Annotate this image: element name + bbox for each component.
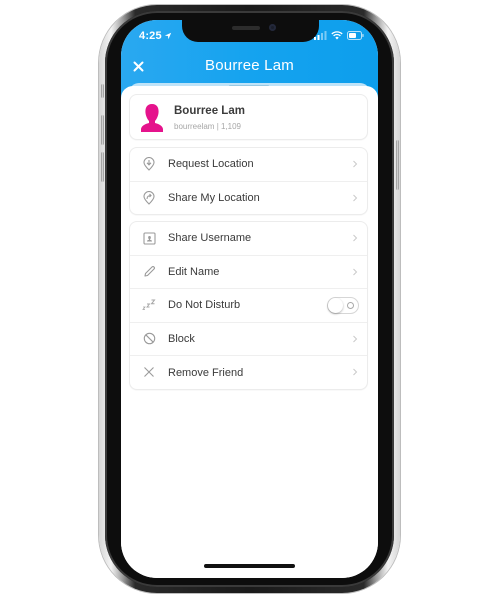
- pencil-icon: [142, 265, 156, 279]
- chevron-right-icon: [353, 160, 358, 168]
- cellular-signal-icon: [314, 31, 327, 40]
- mute-switch: [101, 84, 104, 98]
- do-not-disturb-toggle[interactable]: [327, 297, 359, 314]
- share-username-row[interactable]: Share Username: [130, 222, 367, 256]
- wifi-icon: [331, 31, 343, 40]
- toggle-off-indicator: [347, 302, 354, 309]
- phone-screen: 4:25 Bourree Lam Bourree Lam bourreelam …: [121, 20, 378, 578]
- notch: [182, 20, 319, 42]
- status-time: 4:25: [139, 30, 172, 42]
- x-icon: [142, 365, 156, 379]
- zzz-icon: [142, 298, 156, 312]
- title-bar: Bourree Lam: [121, 56, 378, 78]
- remove-friend-row[interactable]: Remove Friend: [130, 356, 367, 390]
- location-options-card: Request Location Share My Location: [129, 147, 368, 215]
- status-indicators: [314, 31, 364, 40]
- do-not-disturb-row: Do Not Disturb: [130, 289, 367, 323]
- home-indicator[interactable]: [204, 564, 295, 568]
- remove-friend-label: Remove Friend: [168, 366, 244, 379]
- profile-sheet: Bourree Lam bourreelam | 1,109 Request L…: [121, 86, 378, 578]
- location-arrow-icon: [164, 32, 172, 40]
- block-icon: [142, 332, 156, 346]
- share-my-location-label: Share My Location: [168, 192, 260, 205]
- chevron-right-icon: [353, 268, 358, 275]
- edit-name-label: Edit Name: [168, 265, 220, 278]
- page-title: Bourree Lam: [205, 57, 294, 74]
- chevron-right-icon: [353, 234, 358, 242]
- share-username-label: Share Username: [168, 232, 252, 245]
- profile-username-score: bourreelam | 1,109: [174, 122, 242, 131]
- speaker: [232, 26, 260, 30]
- chevron-right-icon: [353, 335, 358, 342]
- volume-down-button: [101, 152, 104, 182]
- do-not-disturb-label: Do Not Disturb: [168, 299, 241, 312]
- request-location-row[interactable]: Request Location: [130, 148, 367, 182]
- profile-name: Bourree Lam: [174, 105, 245, 117]
- share-my-location-row[interactable]: Share My Location: [130, 182, 367, 216]
- profile-card[interactable]: Bourree Lam bourreelam | 1,109: [129, 94, 368, 140]
- power-button: [396, 140, 399, 190]
- friend-options-card: Share Username Edit Name Do Not Disturb …: [129, 221, 368, 390]
- chevron-right-icon: [353, 368, 358, 376]
- location-pin-down-icon: [142, 157, 156, 171]
- avatar-icon: [141, 104, 163, 132]
- edit-name-row[interactable]: Edit Name: [130, 256, 367, 289]
- battery-icon: [347, 31, 364, 40]
- username-card-icon: [142, 231, 156, 245]
- chevron-right-icon: [353, 194, 358, 201]
- block-label: Block: [168, 332, 195, 345]
- front-camera: [269, 24, 276, 31]
- toggle-knob: [328, 298, 343, 313]
- location-pin-share-icon: [142, 190, 156, 205]
- block-row[interactable]: Block: [130, 323, 367, 356]
- request-location-label: Request Location: [168, 158, 254, 171]
- volume-up-button: [101, 115, 104, 145]
